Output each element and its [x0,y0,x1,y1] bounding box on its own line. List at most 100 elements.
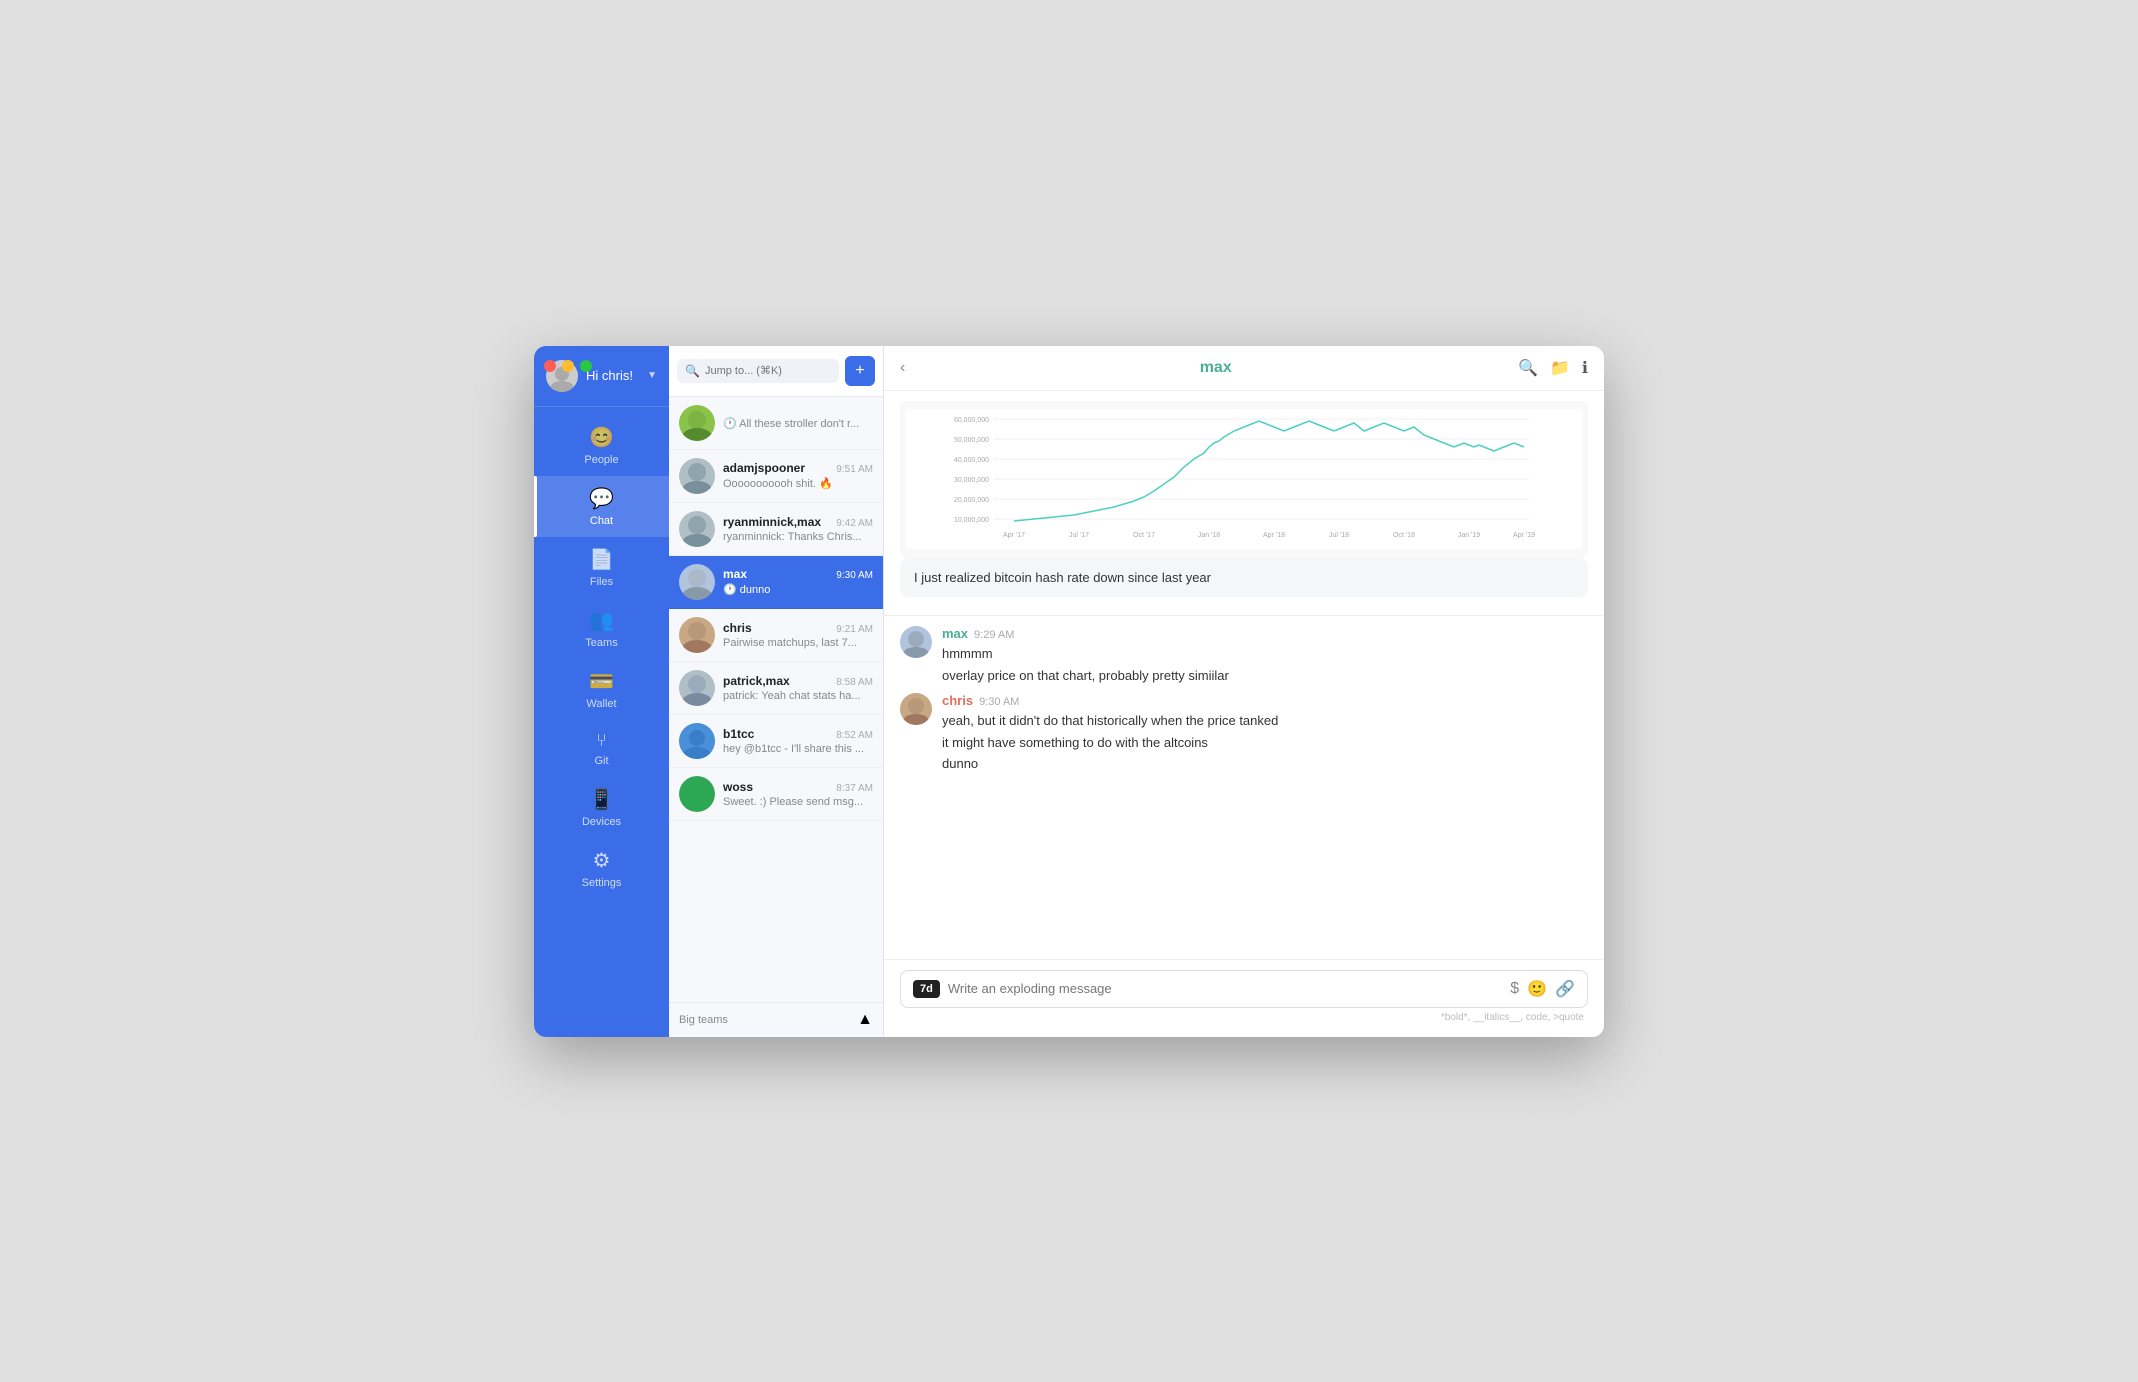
chat-content: ryanminnick,max 9:42 AM ryanminnick: Tha… [723,515,873,543]
svg-text:Jul '18: Jul '18 [1329,532,1349,539]
timer-icon: 🕐 [1572,714,1588,730]
search-bar[interactable]: 🔍 [677,359,839,383]
svg-text:40,000,000: 40,000,000 [954,457,989,464]
sidebar-item-chat[interactable]: 💬 Chat [534,476,669,537]
user-header[interactable]: Hi chris! ▼ [534,346,669,407]
message-author: chris [942,693,973,708]
chat-time: 8:52 AM [836,730,873,741]
message-time: 9:29 AM [974,629,1014,641]
dollar-icon[interactable]: $ [1510,980,1519,998]
svg-text:Jan '18: Jan '18 [1198,532,1220,539]
timer-badge: 7d [1547,736,1568,750]
chat-item[interactable]: chris 9:21 AM Pairwise matchups, last 7.… [669,609,883,662]
back-button[interactable]: ‹ [900,359,905,377]
message-author: max [942,626,968,641]
search-icon[interactable]: 🔍 [1518,358,1538,378]
chat-name: adamjspooner [723,461,805,475]
compose-hint: *bold*, __italics__, code, >quote [900,1012,1588,1023]
sidebar-item-teams[interactable]: 👥 Teams [534,598,669,659]
chat-item[interactable]: woss 8:37 AM Sweet. :) Please send msg..… [669,768,883,821]
message-row: hmmmm 7d 🕐 [942,644,1588,666]
compose-input-row: 7d $ 🙂 🔗 [900,970,1588,1008]
timer-icon: 🕐 [1572,757,1588,773]
sidebar: Hi chris! ▼ 😊 People 💬 Chat 📄 Files 👥 Te… [534,346,669,1037]
emoji-icon[interactable]: 🙂 [1527,979,1547,999]
chat-name: max [723,567,747,581]
minimize-button[interactable] [562,360,574,372]
compose-input[interactable] [948,981,1502,996]
sidebar-item-people[interactable]: 😊 People [534,415,669,476]
chat-item[interactable]: 🕐 All these stroller don't r... [669,397,883,450]
chat-list-panel: 🔍 + 🕐 All these stroller don't r... [669,346,884,1037]
timer-badge: 7d [1547,758,1568,772]
chat-list: 🕐 All these stroller don't r... adamjspo… [669,397,883,1002]
chat-item[interactable]: ryanminnick,max 9:42 AM ryanminnick: Tha… [669,503,883,556]
close-button[interactable] [544,360,556,372]
svg-text:Jul '17: Jul '17 [1069,532,1089,539]
bitcoin-chart: 60,000,000 50,000,000 40,000,000 30,000,… [906,409,1582,549]
chat-item[interactable]: patrick,max 8:58 AM patrick: Yeah chat s… [669,662,883,715]
chat-name: b1tcc [723,727,754,741]
folder-icon[interactable]: 📁 [1550,358,1570,378]
message-text: dunno [942,754,978,774]
svg-text:50,000,000: 50,000,000 [954,437,989,444]
svg-text:10,000,000: 10,000,000 [954,517,989,524]
chat-item-active[interactable]: max 9:30 AM 🕐 dunno [669,556,883,609]
settings-icon: ⚙ [593,848,611,873]
avatar [679,458,715,494]
chart-container: 60,000,000 50,000,000 40,000,000 30,000,… [884,391,1604,617]
message-text: hmmmm [942,644,993,664]
sidebar-item-devices[interactable]: 📱 Devices [534,777,669,838]
chat-content: patrick,max 8:58 AM patrick: Yeah chat s… [723,674,873,702]
sidebar-item-git[interactable]: ⑂ Git [534,720,669,777]
chart-message-bubble: I just realized bitcoin hash rate down s… [900,558,1588,598]
chat-title: max [913,359,1518,377]
user-name: Hi chris! [586,368,639,383]
timer-badge: 7d [1547,669,1568,683]
maximize-button[interactable] [580,360,592,372]
message-row: dunno 7d 🕐 [942,754,1588,776]
chat-preview: ryanminnick: Thanks Chris... [723,531,873,543]
chat-content: b1tcc 8:52 AM hey @b1tcc - I'll share th… [723,727,873,755]
chat-time: 9:30 AM [836,570,873,581]
avatar [679,723,715,759]
svg-text:30,000,000: 30,000,000 [954,477,989,484]
message-text: it might have something to do with the a… [942,733,1208,753]
message-text: overlay price on that chart, probably pr… [942,666,1229,686]
search-input[interactable] [705,365,831,377]
message-text: yeah, but it didn't do that historically… [942,711,1278,731]
avatar [900,626,932,658]
messages-area: max 9:29 AM hmmmm 7d 🕐 overlay price on … [884,616,1604,959]
avatar [679,670,715,706]
chat-content: max 9:30 AM 🕐 dunno [723,567,873,596]
sidebar-item-files[interactable]: 📄 Files [534,537,669,598]
svg-text:Apr '17: Apr '17 [1003,532,1025,539]
chat-preview: Sweet. :) Please send msg... [723,796,873,808]
chat-preview: 🕐 All these stroller don't r... [723,417,873,430]
chat-name: woss [723,780,753,794]
big-teams-bar[interactable]: Big teams ▲ [669,1002,883,1037]
main-chat-area: ‹ max 🔍 📁 ℹ 60,000,000 [884,346,1604,1037]
message-row: it might have something to do with the a… [942,733,1588,755]
app-window: Hi chris! ▼ 😊 People 💬 Chat 📄 Files 👥 Te… [534,346,1604,1037]
message-time: 9:30 AM [979,696,1019,708]
message-content: max 9:29 AM hmmmm 7d 🕐 overlay price on … [942,626,1588,687]
chat-item[interactable]: b1tcc 8:52 AM hey @b1tcc - I'll share th… [669,715,883,768]
chat-item[interactable]: adamjspooner 9:51 AM Ooooooooooh shit. 🔥 [669,450,883,503]
chat-preview: Pairwise matchups, last 7... [723,637,873,649]
compose-button[interactable]: + [845,356,875,386]
svg-text:60,000,000: 60,000,000 [954,417,989,424]
compose-timer-badge[interactable]: 7d [913,980,940,998]
sidebar-item-wallet[interactable]: 💳 Wallet [534,659,669,720]
avatar [679,405,715,441]
info-icon[interactable]: ℹ [1582,358,1588,378]
chat-name: patrick,max [723,674,790,688]
chat-time: 8:58 AM [836,677,873,688]
chat-icon: 💬 [589,486,614,511]
message-row: overlay price on that chart, probably pr… [942,666,1588,688]
people-icon: 😊 [589,425,614,450]
compose-area: 7d $ 🙂 🔗 *bold*, __italics__, code, >quo… [884,959,1604,1037]
link-icon[interactable]: 🔗 [1555,979,1575,999]
chart-message-text: I just realized bitcoin hash rate down s… [914,568,1574,588]
sidebar-item-settings[interactable]: ⚙ Settings [534,838,669,899]
